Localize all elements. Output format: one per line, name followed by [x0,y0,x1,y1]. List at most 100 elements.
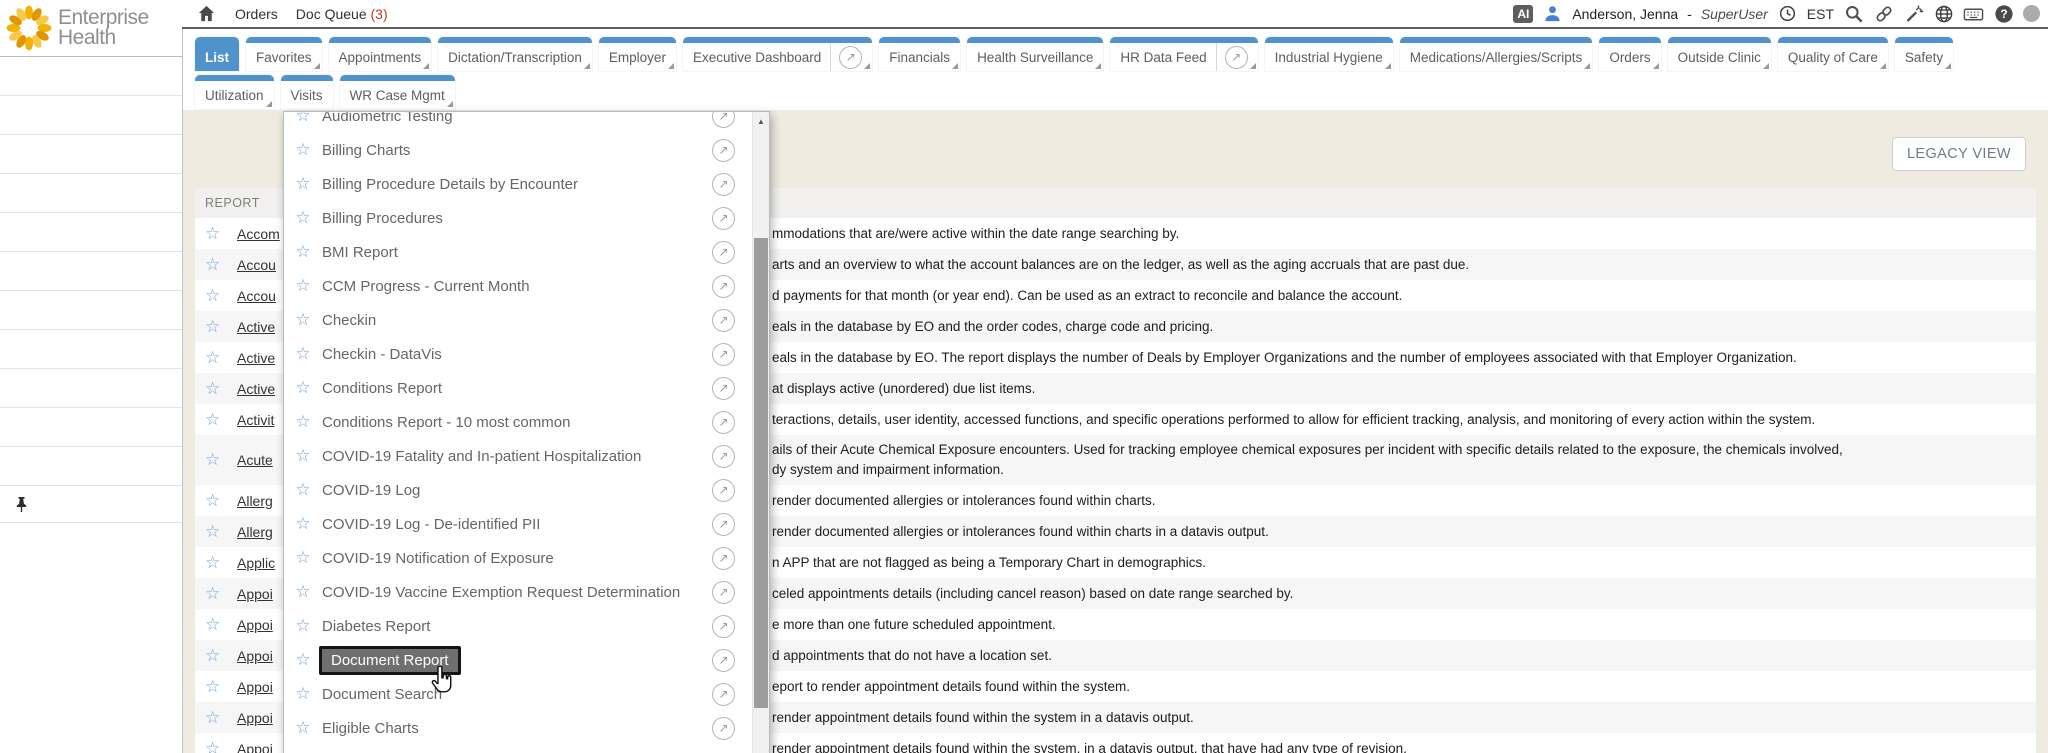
tab[interactable]: List ↗ [195,37,239,71]
tab[interactable]: Appointments ↗ [329,37,432,71]
dropdown-scrollbar[interactable]: ▲ [752,112,769,753]
sidebar-item[interactable] [0,213,182,252]
open-in-new-icon[interactable]: ↗ [712,377,735,400]
open-in-new-section[interactable]: ↗ [712,479,735,502]
favorite-star-icon[interactable]: ☆ [290,378,316,398]
user-name[interactable]: Anderson, Jenna [1572,6,1678,22]
open-in-new-section[interactable]: ↗ [712,411,735,434]
open-in-new-icon[interactable]: ↗ [712,717,735,740]
report-menu-item-label[interactable]: Audiometric Testing [322,111,453,125]
open-in-new-section[interactable]: ↗ [712,343,735,366]
report-menu-item-label[interactable]: Checkin - DataVis [322,346,442,363]
sidebar-item[interactable] [0,369,182,408]
report-menu-item[interactable]: ☆ Document Report ↗ [284,643,769,677]
favorite-star-icon[interactable]: ☆ [290,140,316,160]
report-link[interactable]: Appoi [237,741,283,753]
report-link[interactable]: Active [237,381,283,397]
report-link[interactable]: Appoi [237,648,283,664]
report-link[interactable]: Active [237,350,283,366]
tab[interactable]: Financials ↗ [879,37,960,71]
tab[interactable]: WR Case Mgmt [340,75,455,109]
report-menu-item[interactable]: ☆ Billing Procedures ↗ [284,201,769,235]
report-link[interactable]: Accom [237,226,283,242]
favorite-star-icon[interactable]: ☆ [290,650,316,670]
report-menu-item[interactable]: ☆ BMI Report ↗ [284,235,769,269]
open-in-new-icon[interactable]: ↗ [712,309,735,332]
open-in-new-icon[interactable]: ↗ [712,139,735,162]
report-menu-item-label[interactable]: COVID-19 Log [322,482,420,499]
tab[interactable]: Industrial Hygiene ↗ [1265,37,1393,71]
sidebar-item[interactable] [0,135,182,174]
scroll-up-icon[interactable]: ▲ [753,112,769,130]
help-icon[interactable]: ? [1993,3,2014,24]
report-menu-item-label[interactable]: CCM Progress - Current Month [322,278,530,295]
favorite-star-icon[interactable]: ☆ [290,412,316,432]
favorite-star-icon[interactable]: ☆ [195,615,237,635]
favorite-star-icon[interactable]: ☆ [195,491,237,511]
open-in-new-section[interactable]: ↗ [712,275,735,298]
tab[interactable]: Outside Clinic ↗ [1668,37,1771,71]
favorite-star-icon[interactable]: ☆ [290,276,316,296]
open-in-new-icon[interactable]: ↗ [712,111,735,128]
pin-icon[interactable] [14,496,29,513]
report-link[interactable]: Accou [237,257,283,273]
globe-icon[interactable] [1933,3,1954,24]
open-in-new-section[interactable]: ↗ [712,717,735,740]
open-in-new-section[interactable]: ↗ [712,547,735,570]
report-menu-item-label[interactable]: COVID-19 Notification of Exposure [322,550,554,567]
favorite-star-icon[interactable]: ☆ [290,208,316,228]
tab[interactable]: Utilization [195,75,274,109]
app-logo[interactable]: Enterprise Health [0,0,182,57]
open-in-new-icon[interactable]: ↗ [712,241,735,264]
topbar-link-doc-queue[interactable]: Doc Queue (3) [296,6,388,22]
open-in-new-icon[interactable]: ↗ [712,207,735,230]
open-in-new-icon[interactable]: ↗ [712,275,735,298]
report-link[interactable]: Activit [237,412,283,428]
report-link[interactable]: Allerg [237,493,283,509]
open-in-new-section[interactable]: ↗ [712,683,735,706]
favorite-star-icon[interactable]: ☆ [290,446,316,466]
report-link[interactable]: Accou [237,288,283,304]
open-in-new-section[interactable]: ↗ [712,139,735,162]
report-menu-item-label[interactable]: Billing Procedure Details by Encounter [322,176,578,193]
favorite-star-icon[interactable]: ☆ [195,553,237,573]
tab[interactable]: Favorites ↗ [246,37,322,71]
report-link[interactable]: Acute [237,452,283,468]
report-link[interactable]: Allerg [237,524,283,540]
link-icon[interactable] [1873,3,1894,24]
search-icon[interactable] [1843,3,1864,24]
favorite-star-icon[interactable]: ☆ [290,718,316,738]
open-in-new-icon[interactable]: ↗ [712,615,735,638]
sidebar-item[interactable] [0,291,182,330]
sidebar-item[interactable] [0,57,182,96]
favorite-star-icon[interactable]: ☆ [195,522,237,542]
favorite-star-icon[interactable]: ☆ [195,739,237,753]
ai-badge[interactable]: AI [1513,5,1533,23]
legacy-view-button[interactable]: LEGACY VIEW [1892,137,2026,171]
home-icon[interactable] [196,3,217,24]
report-menu-item-label[interactable]: Checkin [322,312,376,329]
favorite-star-icon[interactable]: ☆ [195,584,237,604]
favorite-star-icon[interactable]: ☆ [290,344,316,364]
report-menu-item[interactable]: ☆ COVID-19 Vaccine Exemption Request Det… [284,575,769,609]
sidebar-item[interactable] [0,174,182,213]
open-in-new-icon[interactable]: ↗ [712,411,735,434]
tab[interactable]: Medications/Allergies/Scripts ↗ [1400,37,1593,71]
open-in-new-icon[interactable]: ↗ [712,479,735,502]
report-menu-item-label[interactable]: Document Report [319,646,461,675]
sidebar-item[interactable] [0,330,182,369]
report-menu-item-label[interactable]: Conditions Report - 10 most common [322,414,570,431]
favorite-star-icon[interactable]: ☆ [195,646,237,666]
report-menu-item-label[interactable]: Billing Procedures [322,210,443,227]
report-menu-item[interactable]: ☆ Billing Procedure Details by Encounter… [284,167,769,201]
favorite-star-icon[interactable]: ☆ [290,548,316,568]
report-link[interactable]: Active [237,319,283,335]
report-menu-item[interactable]: ☆ Audiometric Testing ↗ [284,111,769,133]
report-menu-item[interactable]: ☆ COVID-19 Notification of Exposure ↗ [284,541,769,575]
tab[interactable]: Visits [281,75,333,109]
tab[interactable]: Executive Dashboard ↗ [683,37,872,71]
open-in-new-icon[interactable]: ↗ [712,649,735,672]
report-menu-item[interactable]: ☆ Billing Charts ↗ [284,133,769,167]
tab[interactable]: Dictation/Transcription ↗ [438,37,592,71]
keyboard-icon[interactable] [1963,3,1984,24]
